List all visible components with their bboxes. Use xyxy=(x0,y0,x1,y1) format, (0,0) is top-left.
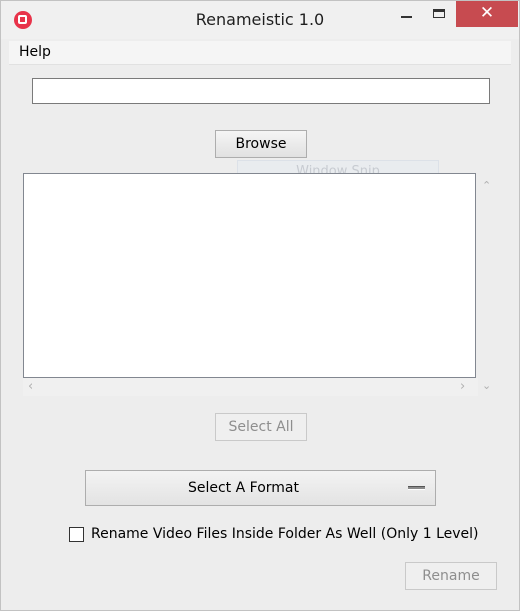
horizontal-scrollbar[interactable]: ‹ › xyxy=(23,378,478,396)
title-bar[interactable]: Renameistic 1.0 ✕ xyxy=(1,1,519,39)
minimize-icon[interactable] xyxy=(391,1,421,27)
recurse-checkbox[interactable] xyxy=(69,527,84,542)
app-window: Renameistic 1.0 ✕ Help Browse Window Sni… xyxy=(0,0,520,611)
maximize-icon[interactable] xyxy=(426,1,456,27)
format-dropdown[interactable]: Select A Format xyxy=(85,470,436,506)
format-selected-value: Select A Format xyxy=(187,480,299,496)
rename-button[interactable]: Rename xyxy=(405,562,497,590)
scroll-right-icon[interactable]: › xyxy=(460,379,465,394)
file-list[interactable] xyxy=(23,173,476,378)
menu-item-help[interactable]: Help xyxy=(19,44,51,60)
recurse-checkbox-label[interactable]: Rename Video Files Inside Folder As Well… xyxy=(91,526,479,542)
folder-path-input[interactable] xyxy=(32,78,490,104)
dropdown-handle-icon xyxy=(408,486,425,490)
scroll-left-icon[interactable]: ‹ xyxy=(28,379,33,394)
browse-button[interactable]: Browse xyxy=(215,130,307,158)
vertical-scrollbar[interactable]: ⌃ ⌄ xyxy=(478,173,496,397)
scroll-down-icon[interactable]: ⌄ xyxy=(482,379,491,392)
close-button[interactable]: ✕ xyxy=(456,1,518,27)
scroll-up-icon[interactable]: ⌃ xyxy=(482,179,491,192)
menu-bar: Help xyxy=(9,41,511,65)
close-icon: ✕ xyxy=(479,3,495,23)
select-all-button[interactable]: Select All xyxy=(215,413,307,441)
